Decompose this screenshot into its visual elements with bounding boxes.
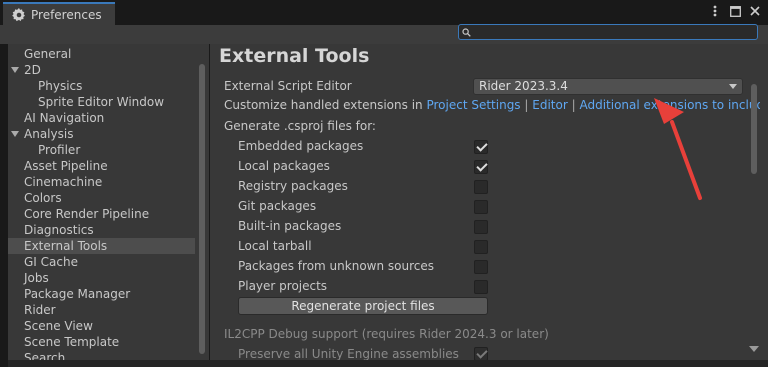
- link-separator: |: [571, 98, 576, 112]
- sidebar-item-label: Analysis: [24, 127, 74, 141]
- sidebar-item-physics[interactable]: Physics: [8, 78, 195, 94]
- external-script-editor-label: External Script Editor: [224, 79, 352, 93]
- packages-from-unknown-sources-checkbox[interactable]: [474, 260, 488, 274]
- chevron-down-icon: [729, 84, 737, 89]
- sidebar-item-gi-cache[interactable]: GI Cache: [8, 254, 195, 270]
- embedded-packages-checkbox[interactable]: [474, 140, 488, 154]
- sidebar-item-label: Sprite Editor Window: [38, 95, 165, 109]
- editor-link[interactable]: Editor: [532, 98, 568, 112]
- sidebar-item-scene-template[interactable]: Scene Template: [8, 334, 195, 350]
- generate-csproj-label: Generate .csproj files for:: [224, 119, 376, 133]
- link-separator: |: [524, 98, 529, 112]
- regenerate-project-files-button[interactable]: Regenerate project files: [238, 297, 488, 315]
- sidebar-item-label: Colors: [24, 191, 62, 205]
- preferences-tab[interactable]: Preferences: [3, 2, 115, 25]
- packages-from-unknown-sources-label: Packages from unknown sources: [238, 259, 434, 273]
- sidebar-item-label: Jobs: [24, 271, 49, 285]
- search-field[interactable]: [458, 24, 758, 40]
- sidebar-item-label: Search: [24, 351, 66, 360]
- window-scrollbar[interactable]: [760, 44, 768, 360]
- external-script-editor-dropdown[interactable]: Rider 2023.3.4: [473, 78, 743, 95]
- expand-arrow-icon[interactable]: [11, 131, 19, 137]
- sidebar-item-profiler[interactable]: Profiler: [8, 142, 195, 158]
- sidebar-item-label: Rider: [24, 303, 56, 317]
- sidebar-item-label: 2D: [24, 63, 41, 77]
- sidebar-item-jobs[interactable]: Jobs: [8, 270, 195, 286]
- expand-arrow-icon[interactable]: [11, 67, 19, 73]
- sidebar-item-sprite-editor-window[interactable]: Sprite Editor Window: [8, 94, 195, 110]
- built-in-packages-label: Built-in packages: [238, 219, 342, 233]
- settings-scrollbar-thumb[interactable]: [751, 84, 757, 174]
- settings-panel: External Tools External Script Editor Ri…: [210, 44, 760, 360]
- sidebar-item-label: Scene View: [24, 319, 93, 333]
- registry-packages-label: Registry packages: [238, 179, 348, 193]
- title-bar: Preferences: [0, 0, 768, 25]
- customize-extensions-row: Customize handled extensions in Project …: [224, 98, 760, 112]
- page-title: External Tools: [219, 45, 370, 67]
- local-tarball-checkbox[interactable]: [474, 240, 488, 254]
- sidebar-item-label: AI Navigation: [24, 111, 105, 125]
- sidebar-item-label: Physics: [38, 79, 83, 93]
- sidebar-scrollbar-thumb[interactable]: [199, 64, 205, 354]
- sidebar-item-label: Cinemachine: [24, 175, 103, 189]
- sidebar-item-general[interactable]: General: [8, 46, 195, 62]
- sidebar-item-label: Package Manager: [24, 287, 131, 301]
- gear-icon: [12, 7, 25, 21]
- local-tarball-label: Local tarball: [238, 239, 312, 253]
- preserve-assemblies-checkbox[interactable]: [474, 347, 488, 360]
- more-options-icon[interactable]: [708, 4, 722, 18]
- sidebar-item-2d[interactable]: 2D: [8, 62, 195, 78]
- sidebar-item-core-render-pipeline[interactable]: Core Render Pipeline: [8, 206, 195, 222]
- sidebar-item-label: Scene Template: [24, 335, 120, 349]
- embedded-packages-label: Embedded packages: [238, 139, 364, 153]
- local-packages-label: Local packages: [238, 159, 330, 173]
- sidebar-item-cinemachine[interactable]: Cinemachine: [8, 174, 195, 190]
- additional-extensions-link[interactable]: Additional extensions to include: [579, 98, 760, 112]
- built-in-packages-checkbox[interactable]: [474, 220, 488, 234]
- sidebar-item-package-manager[interactable]: Package Manager: [8, 286, 195, 302]
- sidebar-item-label: Profiler: [38, 143, 81, 157]
- il2cpp-debug-label: IL2CPP Debug support (requires Rider 202…: [224, 327, 549, 341]
- bottom-bar: [8, 360, 768, 367]
- sidebar-item-label: Diagnostics: [24, 223, 94, 237]
- sidebar-item-external-tools[interactable]: External Tools: [8, 238, 195, 254]
- sidebar-item-search[interactable]: Search: [8, 350, 195, 360]
- sidebar-item-rider[interactable]: Rider: [8, 302, 195, 318]
- maximize-icon[interactable]: [728, 4, 742, 18]
- sidebar-item-ai-navigation[interactable]: AI Navigation: [8, 110, 195, 126]
- git-packages-checkbox[interactable]: [474, 200, 488, 214]
- sidebar-item-label: General: [24, 47, 72, 61]
- registry-packages-checkbox[interactable]: [474, 180, 488, 194]
- sidebar-item-colors[interactable]: Colors: [8, 190, 195, 206]
- sidebar-item-label: GI Cache: [24, 255, 78, 269]
- window-title: Preferences: [31, 7, 102, 22]
- sidebar-item-label: External Tools: [24, 239, 108, 253]
- sidebar-item-label: Core Render Pipeline: [24, 207, 150, 221]
- local-packages-checkbox[interactable]: [474, 160, 488, 174]
- dropdown-value: Rider 2023.3.4: [479, 79, 568, 93]
- sidebar-item-scene-view[interactable]: Scene View: [8, 318, 195, 334]
- git-packages-label: Git packages: [238, 199, 317, 213]
- sidebar-item-label: Asset Pipeline: [24, 159, 108, 173]
- preserve-assemblies-label: Preserve all Unity Engine assemblies: [238, 347, 459, 360]
- sidebar-item-asset-pipeline[interactable]: Asset Pipeline: [8, 158, 195, 174]
- player-projects-label: Player projects: [238, 279, 328, 293]
- sidebar-item-analysis[interactable]: Analysis: [8, 126, 195, 142]
- scroll-down-arrow-icon[interactable]: [749, 346, 759, 352]
- player-projects-checkbox[interactable]: [474, 280, 488, 294]
- search-icon: [462, 27, 471, 37]
- sidebar: General 2D Physics Sprite Editor Window AI N…: [8, 44, 209, 360]
- sidebar-item-diagnostics[interactable]: Diagnostics: [8, 222, 195, 238]
- customize-extensions-label: Customize handled extensions in: [224, 98, 423, 112]
- search-input[interactable]: [474, 25, 744, 39]
- project-settings-link[interactable]: Project Settings: [426, 98, 520, 112]
- close-icon[interactable]: [748, 4, 762, 18]
